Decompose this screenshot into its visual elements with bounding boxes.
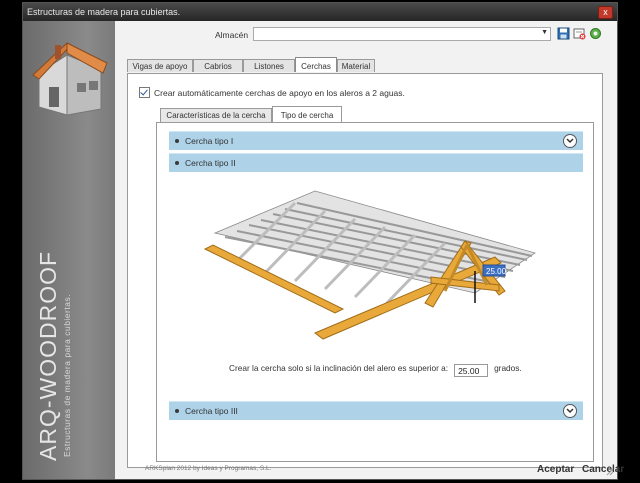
subtab-caracteristicas[interactable]: Características de la cercha <box>160 108 272 122</box>
bullet-icon <box>175 139 179 143</box>
auto-cerchas-checkbox[interactable] <box>139 87 150 98</box>
tab-cerchas[interactable]: Cerchas <box>295 57 337 72</box>
tab-vigas-de-apoyo[interactable]: Vigas de apoyo <box>127 59 193 72</box>
brand-title: ARQ-WOODROOF <box>35 250 61 461</box>
section-label: Cercha tipo II <box>185 158 236 168</box>
almacen-select[interactable]: ▼ <box>253 27 551 41</box>
window-title: Estructuras de madera para cubiertas. <box>27 7 181 17</box>
refresh-icon[interactable] <box>589 27 602 40</box>
cancel-button[interactable]: Cancelar <box>582 464 624 475</box>
tab-cabrios[interactable]: Cabrios <box>193 59 243 72</box>
bullet-icon <box>175 161 179 165</box>
section-label: Cercha tipo I <box>185 136 234 146</box>
section-label: Cercha tipo III <box>185 406 238 416</box>
subtab-tipo-de-cercha[interactable]: Tipo de cercha <box>272 106 342 122</box>
resize-grip-icon[interactable] <box>606 468 614 476</box>
inclination-row: Crear la cercha solo si la inclinación d… <box>229 363 522 377</box>
accept-button[interactable]: Aceptar <box>537 464 574 475</box>
section-cercha-tipo-1[interactable]: Cercha tipo I <box>169 131 583 150</box>
tab-listones[interactable]: Listones <box>243 59 295 72</box>
auto-cerchas-label: Crear automáticamente cerchas de apoyo e… <box>154 88 405 98</box>
inclination-label: Crear la cercha solo si la inclinación d… <box>229 363 449 373</box>
dimension-label: 25.00 <box>486 267 507 276</box>
brand-subtitle: Estructuras de madera para cubiertas. <box>62 293 72 457</box>
sidebar: ARQ-WOODROOF Estructuras de madera para … <box>23 21 115 479</box>
delete-icon[interactable] <box>573 27 586 40</box>
chevron-down-icon[interactable] <box>563 134 577 148</box>
save-icon[interactable] <box>557 27 570 40</box>
cerchas-panel: Crear automáticamente cerchas de apoyo e… <box>127 73 603 468</box>
app-window: Estructuras de madera para cubiertas. x … <box>22 2 624 480</box>
tab-material[interactable]: Material <box>337 59 375 72</box>
close-button[interactable]: x <box>598 6 613 19</box>
auto-cerchas-option[interactable]: Crear automáticamente cerchas de apoyo e… <box>139 87 405 98</box>
bullet-icon <box>175 409 179 413</box>
dropdown-arrow-icon[interactable]: ▼ <box>541 29 548 36</box>
tipo-de-cercha-panel: Cercha tipo I Cercha tipo II 25.00 Crear… <box>156 122 594 462</box>
copyright-text: ARKSplan 2012 by Ideas y Programas, S.L. <box>145 465 272 472</box>
almacen-label: Almacén <box>215 30 249 40</box>
section-cercha-tipo-3[interactable]: Cercha tipo III <box>169 401 583 420</box>
house-logo-icon <box>32 42 108 116</box>
inclination-input[interactable]: 25.00 <box>454 364 489 377</box>
inclination-unit: grados. <box>494 363 522 373</box>
chevron-down-icon[interactable] <box>563 404 577 418</box>
title-bar: Estructuras de madera para cubiertas. x <box>23 3 617 21</box>
section-cercha-tipo-2[interactable]: Cercha tipo II <box>169 153 583 172</box>
roof-truss-illustration: 25.00 <box>203 190 536 340</box>
brand-text: ARQ-WOODROOF Estructuras de madera para … <box>35 251 72 461</box>
main-area: Almacén ▼ Vigas de apoyo Cabrios Listone… <box>115 21 624 479</box>
